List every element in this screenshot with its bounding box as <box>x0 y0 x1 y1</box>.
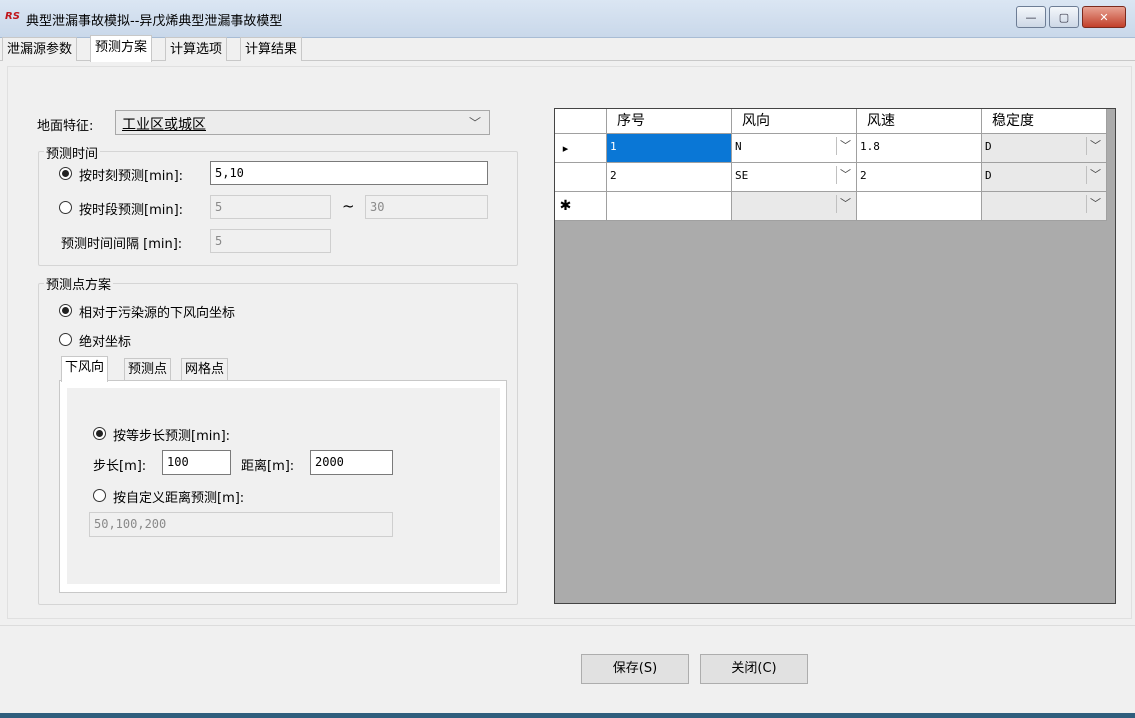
tab-downwind[interactable]: 下风向 <box>61 356 109 382</box>
cell-stability-value: D <box>985 169 992 182</box>
tab-calc-options[interactable]: 计算选项 <box>165 37 228 61</box>
custom-distance-input[interactable]: 50,100,200 <box>89 512 393 537</box>
column-header-stability[interactable]: 稳定度 <box>982 109 1107 134</box>
maximize-button[interactable]: ▢ <box>1049 6 1079 28</box>
tab-grid-point[interactable]: 网格点 <box>181 358 229 381</box>
cell-speed[interactable]: 1.8 <box>857 134 982 163</box>
terrain-label: 地面特征: <box>37 119 94 134</box>
by-period-radio[interactable] <box>59 201 72 214</box>
minimize-button[interactable]: — <box>1016 6 1046 28</box>
new-row-icon[interactable]: ✱ <box>555 192 607 221</box>
new-cell-direction[interactable]: ﹀ <box>732 192 857 221</box>
distance-label: 距离[m]: <box>241 459 295 474</box>
step-length-label: 步长[m]: <box>93 459 147 474</box>
custom-distance-radio[interactable] <box>93 489 106 502</box>
terrain-combobox[interactable]: 工业区或城区 ﹀ <box>115 110 490 135</box>
cell-stability[interactable]: D ﹀ <box>982 134 1107 163</box>
new-cell-stability[interactable]: ﹀ <box>982 192 1107 221</box>
close-window-button[interactable]: ✕ <box>1082 6 1126 28</box>
equal-step-label: 按等步长预测[min]: <box>113 429 231 444</box>
new-cell-no[interactable] <box>607 192 732 221</box>
button-bar <box>0 625 1135 716</box>
tab-calc-results[interactable]: 计算结果 <box>240 37 303 61</box>
terrain-value: 工业区或城区 <box>122 117 206 133</box>
equal-step-radio[interactable] <box>93 427 106 440</box>
absolute-coords-radio[interactable] <box>59 333 72 346</box>
cell-no[interactable]: 2 <box>607 163 732 192</box>
cell-stability[interactable]: D ﹀ <box>982 163 1107 192</box>
close-button[interactable]: 关闭(C) <box>700 654 808 684</box>
period-start-input[interactable]: 5 <box>210 195 331 219</box>
distance-input[interactable]: 2000 <box>310 450 393 475</box>
step-length-input[interactable]: 100 <box>162 450 231 475</box>
chevron-down-icon: ﹀ <box>468 116 481 130</box>
chevron-down-icon[interactable]: ﹀ <box>836 137 854 155</box>
wind-condition-grid[interactable]: 序号 风向 风速 稳定度 ▸ 1 N ﹀ 1.8 D ﹀ 2 SE ﹀ 2 D ﹀ ✱ … <box>554 108 1116 604</box>
relative-coords-label: 相对于污染源的下风向坐标 <box>79 306 236 321</box>
chevron-down-icon[interactable]: ﹀ <box>1086 166 1104 184</box>
tab-forecast-point[interactable]: 预测点 <box>124 358 172 381</box>
close-icon: ✕ <box>1099 10 1109 24</box>
row-header[interactable] <box>555 163 607 192</box>
cell-direction-value: SE <box>735 169 749 182</box>
interval-label: 预测时间间隔 [min]: <box>61 237 183 252</box>
period-end-input[interactable]: 30 <box>365 195 488 219</box>
column-header-no[interactable]: 序号 <box>607 109 732 134</box>
maximize-icon: ▢ <box>1058 10 1070 24</box>
tab-forecast-plan[interactable]: 预测方案 <box>90 35 153 62</box>
grid-corner <box>555 109 607 134</box>
by-time-label: 按时刻预测[min]: <box>79 169 184 184</box>
chevron-down-icon[interactable]: ﹀ <box>1086 137 1104 155</box>
column-header-speed[interactable]: 风速 <box>857 109 982 134</box>
absolute-coords-label: 绝对坐标 <box>79 335 132 350</box>
row-indicator-icon[interactable]: ▸ <box>555 134 607 163</box>
new-cell-speed[interactable] <box>857 192 982 221</box>
by-time-input[interactable]: 5,10 <box>210 161 488 185</box>
cell-direction[interactable]: SE ﹀ <box>732 163 857 192</box>
forecast-points-title: 预测点方案 <box>44 274 114 293</box>
by-period-label: 按时段预测[min]: <box>79 203 184 218</box>
minimize-icon: — <box>1025 10 1037 24</box>
chevron-down-icon[interactable]: ﹀ <box>836 195 854 213</box>
forecast-time-title: 预测时间 <box>44 143 101 162</box>
interval-input[interactable]: 5 <box>210 229 331 253</box>
window-title: 典型泄漏事故模拟--异戊烯典型泄漏事故模型 <box>26 14 283 29</box>
relative-coords-radio[interactable] <box>59 304 72 317</box>
custom-distance-label: 按自定义距离预测[m]: <box>113 491 245 506</box>
by-time-radio[interactable] <box>59 167 72 180</box>
window-bottom-edge <box>0 713 1135 718</box>
cell-direction[interactable]: N ﹀ <box>732 134 857 163</box>
cell-no[interactable]: 1 <box>607 134 732 163</box>
downwind-panel-body <box>67 388 500 584</box>
save-button[interactable]: 保存(S) <box>581 654 689 684</box>
tab-leak-source[interactable]: 泄漏源参数 <box>2 37 78 61</box>
period-separator: ~ <box>342 197 355 215</box>
cell-direction-value: N <box>735 140 742 153</box>
chevron-down-icon[interactable]: ﹀ <box>836 166 854 184</box>
cell-speed[interactable]: 2 <box>857 163 982 192</box>
cell-stability-value: D <box>985 140 992 153</box>
title-bar: RS 典型泄漏事故模拟--异戊烯典型泄漏事故模型 — ▢ ✕ <box>0 0 1135 38</box>
chevron-down-icon[interactable]: ﹀ <box>1086 195 1104 213</box>
column-header-direction[interactable]: 风向 <box>732 109 857 134</box>
app-icon: RS <box>5 11 20 22</box>
